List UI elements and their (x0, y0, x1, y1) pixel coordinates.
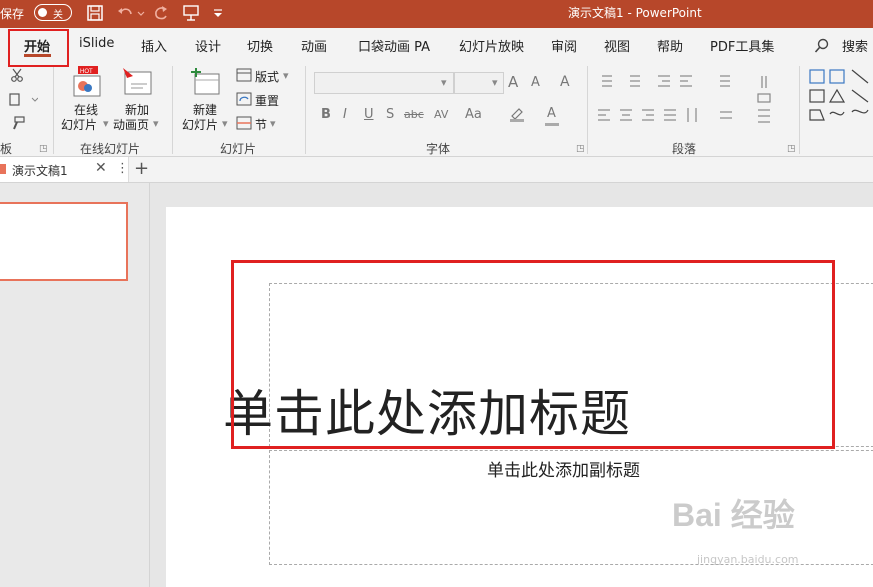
strikethrough-button[interactable]: abc (404, 108, 424, 121)
title-placeholder-highlight (231, 260, 835, 449)
section-icon[interactable] (236, 116, 252, 130)
clipboard-launcher-icon[interactable]: ◳ (39, 144, 48, 154)
group-separator (587, 66, 588, 154)
home-tab-highlight (8, 29, 69, 67)
chevron-down-icon[interactable]: ▾ (492, 76, 498, 89)
paragraph-group-label: 段落 (672, 142, 697, 156)
new-animation-page-icon[interactable] (121, 66, 153, 98)
grow-font-button[interactable]: A (508, 73, 518, 91)
add-tab-icon[interactable]: + (134, 158, 149, 179)
customize-toolbar-icon[interactable] (212, 4, 224, 22)
clear-formatting-button[interactable]: A (560, 74, 570, 90)
change-case-button[interactable]: Aa (465, 107, 482, 122)
slides-group-label: 幻灯片 (220, 142, 257, 156)
reset-button[interactable]: 重置 (255, 92, 279, 109)
cut-icon[interactable] (10, 68, 24, 82)
autosave-toggle[interactable]: 关 (34, 4, 72, 21)
tab-insert[interactable]: 插入 (141, 36, 167, 55)
group-separator (799, 66, 800, 154)
title-bar: 保存 关 演示文稿1 - PowerPoint (0, 0, 873, 28)
online-slides-icon[interactable]: HOT (72, 66, 102, 98)
section-button[interactable]: 节 (255, 116, 267, 133)
present-icon[interactable] (182, 4, 200, 22)
underline-button[interactable]: U (364, 107, 374, 122)
undo-icon[interactable] (116, 4, 134, 22)
font-group-label: 字体 (426, 142, 451, 156)
hot-badge: HOT (80, 69, 93, 75)
clipboard-group-label: 板 (0, 142, 13, 156)
group-separator (305, 66, 306, 154)
copy-icon[interactable] (8, 92, 38, 108)
chevron-down-icon[interactable]: ▾ (441, 76, 447, 89)
chevron-down-icon[interactable]: ▾ (153, 117, 159, 130)
chevron-down-icon[interactable]: ▾ (270, 117, 276, 130)
bold-button[interactable]: B (321, 107, 331, 122)
save-icon[interactable] (86, 4, 104, 22)
toggle-state-label: 关 (53, 10, 63, 21)
document-tab[interactable]: 演示文稿1 ✕ ⋮ (0, 157, 129, 182)
tab-help[interactable]: 帮助 (657, 36, 683, 55)
document-tab-name: 演示文稿1 (12, 164, 68, 178)
group-separator (172, 66, 173, 154)
tab-view[interactable]: 视图 (604, 36, 630, 55)
redo-icon[interactable] (152, 4, 170, 22)
search-label[interactable]: 搜索 (842, 36, 868, 55)
layout-icon[interactable] (236, 68, 252, 82)
reset-icon[interactable] (236, 92, 252, 106)
watermark-url: jingyan.baidu.com (697, 553, 799, 566)
toggle-knob (38, 8, 47, 17)
slide-thumbnail-pane (0, 183, 150, 587)
watermark-logo: Bai 经验 (672, 497, 795, 533)
document-tab-bar: 演示文稿1 ✕ ⋮ + (0, 157, 873, 183)
font-family-combo[interactable] (314, 72, 454, 94)
powerpoint-window: 保存 关 演示文稿1 - PowerPoint 开始 iSlide 插入 设计 … (0, 0, 873, 587)
autosave-label: 保存 (0, 7, 25, 21)
font-launcher-icon[interactable]: ◳ (576, 144, 585, 154)
online-slides-label-2[interactable]: 幻灯片 (61, 116, 97, 133)
subtitle-placeholder-text[interactable]: 单击此处添加副标题 (487, 456, 640, 481)
font-color-button[interactable]: A (547, 106, 556, 121)
ribbon: 板 ◳ HOT 在线 幻灯片 ▾ 新加 动画页 ▾ 在线幻灯片 新建 幻灯片 ▾… (0, 60, 873, 157)
italic-button[interactable]: I (343, 107, 347, 122)
group-separator (53, 66, 54, 154)
new-animation-page-label-2[interactable]: 动画页 (113, 116, 149, 133)
shapes-gallery-icon[interactable] (808, 68, 873, 128)
chevron-down-icon[interactable]: ▾ (222, 117, 228, 130)
close-icon[interactable]: ✕ (95, 160, 107, 176)
layout-button[interactable]: 版式 (255, 68, 279, 85)
tab-transitions[interactable]: 切换 (247, 36, 273, 55)
paragraph-launcher-icon[interactable]: ◳ (787, 144, 796, 154)
paragraph-controls-icon[interactable] (596, 72, 786, 132)
new-slide-label-2[interactable]: 幻灯片 (182, 116, 218, 133)
tab-review[interactable]: 审阅 (551, 36, 577, 55)
tab-pdf-tools[interactable]: PDF工具集 (710, 36, 774, 55)
highlight-color-icon[interactable] (508, 106, 526, 122)
more-options-icon[interactable]: ⋮ (116, 161, 129, 176)
presentation-icon (0, 164, 6, 174)
undo-dropdown-icon[interactable] (136, 4, 146, 22)
tab-design[interactable]: 设计 (195, 36, 221, 55)
slide-thumbnail[interactable] (0, 202, 128, 281)
new-slide-icon[interactable] (189, 68, 221, 98)
chevron-down-icon[interactable]: ▾ (103, 117, 109, 130)
text-shadow-button[interactable]: S (386, 107, 394, 122)
shrink-font-button[interactable]: A (531, 75, 540, 90)
window-title: 演示文稿1 - PowerPoint (568, 6, 702, 20)
search-icon[interactable] (814, 38, 830, 54)
font-color-bar (545, 123, 559, 126)
format-painter-icon[interactable] (10, 115, 26, 131)
tab-slideshow[interactable]: 幻灯片放映 (459, 36, 524, 55)
tab-pocket-animation[interactable]: 口袋动画 PA (358, 36, 430, 55)
tab-islide[interactable]: iSlide (79, 36, 114, 51)
character-spacing-button[interactable]: AV (434, 108, 448, 121)
tab-animations[interactable]: 动画 (301, 36, 327, 55)
online-slides-group-label: 在线幻灯片 (80, 142, 141, 156)
chevron-down-icon[interactable]: ▾ (283, 69, 289, 82)
